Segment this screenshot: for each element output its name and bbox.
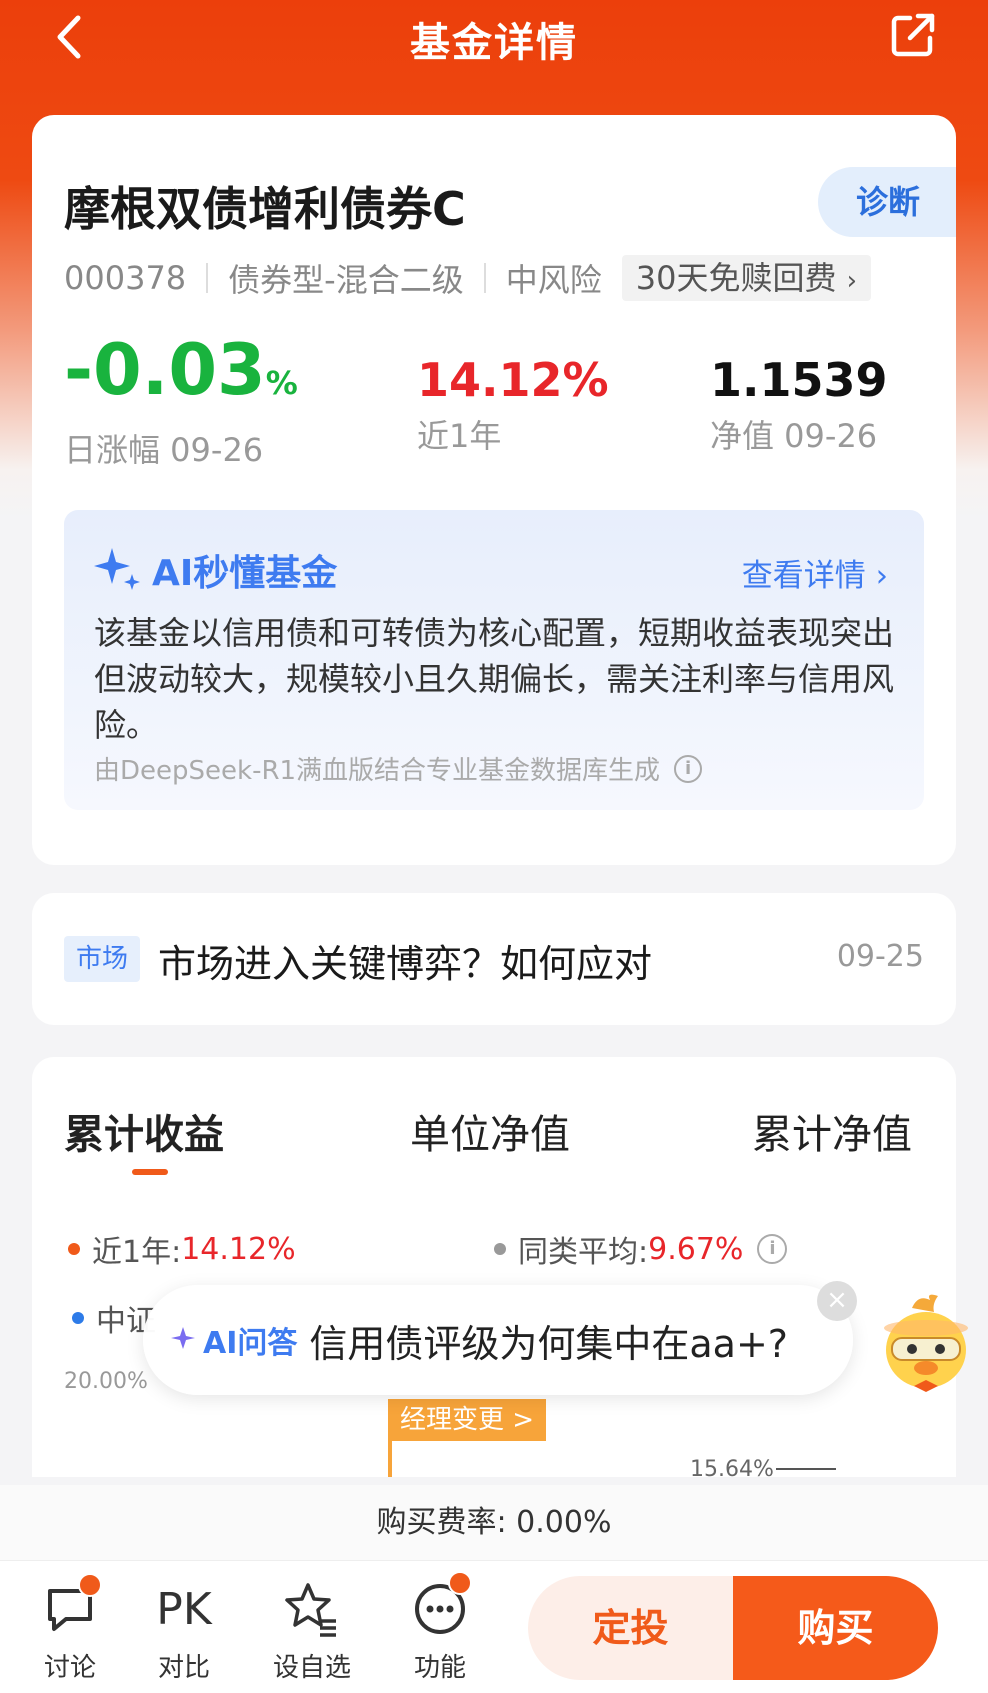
ai-summary-panel[interactable]: AI秒懂基金 查看详情 › 该基金以信用债和可转债为核心配置，短期收益表现突出但… bbox=[64, 510, 924, 810]
star-list-icon bbox=[262, 1579, 362, 1639]
ai-summary-title: AI秒懂基金 bbox=[94, 544, 337, 596]
nav: 1.1539 净值 09-26 bbox=[710, 351, 888, 457]
active-tab-indicator bbox=[132, 1169, 168, 1175]
nav-label: 净值 09-26 bbox=[710, 417, 878, 455]
y-axis-top-label: 20.00% bbox=[64, 1369, 148, 1394]
assistant-mascot-icon[interactable] bbox=[872, 1290, 980, 1400]
info-icon[interactable]: i bbox=[674, 754, 703, 783]
daily-change-label: 日涨幅 09-26 bbox=[64, 431, 264, 469]
nav-add-watchlist[interactable]: 设自选 bbox=[262, 1579, 362, 1684]
sparkle-icon bbox=[94, 544, 142, 596]
fund-summary-card: 摩根双债增利债券C 诊断 000378 债券型-混合二级 中风险 30天免赎回费… bbox=[32, 115, 956, 865]
chat-icon bbox=[20, 1573, 120, 1639]
legend-peer-average: 同类平均: 9.67% i bbox=[494, 1227, 788, 1271]
nav-functions[interactable]: 功能 bbox=[390, 1571, 490, 1684]
ai-source-note: 由DeepSeek-R1满血版结合专业基金数据库生成 i bbox=[94, 750, 703, 787]
fund-meta: 000378 债券型-混合二级 中风险 30天免赎回费 › bbox=[64, 255, 872, 301]
ai-qa-question: 信用债评级为何集中在aa+? bbox=[309, 1321, 788, 1366]
legend-dot bbox=[68, 1243, 80, 1255]
purchase-fee-rate: 购买费率: 0.00% bbox=[0, 1485, 988, 1560]
notification-badge bbox=[448, 1571, 472, 1595]
ai-qa-tag: AI问答 bbox=[203, 1326, 298, 1361]
daily-change-value: -0.03 bbox=[64, 329, 266, 411]
sparkle-icon bbox=[171, 1325, 197, 1355]
share-icon[interactable] bbox=[888, 10, 938, 60]
fund-code: 000378 bbox=[64, 259, 187, 297]
more-icon bbox=[390, 1571, 490, 1639]
performance-chart-card: 累计收益 单位净值 累计净值 近1年: 14.12% 同类平均: 9.67% i 2… bbox=[32, 1057, 956, 1477]
close-icon[interactable]: × bbox=[817, 1281, 857, 1321]
news-tag: 市场 bbox=[64, 936, 141, 982]
daily-change: -0.03% 日涨幅 09-26 bbox=[64, 330, 298, 471]
divider bbox=[206, 263, 209, 293]
bottom-action-bar: 讨论 PK 对比 设自选 功能 定投 购买 bbox=[0, 1560, 988, 1693]
fee-tag[interactable]: 30天免赎回费 › bbox=[621, 255, 872, 301]
point-leader-line bbox=[776, 1468, 836, 1470]
manager-change-tag[interactable]: 经理变更 > bbox=[388, 1399, 547, 1441]
risk-level: 中风险 bbox=[505, 261, 602, 299]
point-label: 15.64% bbox=[690, 1457, 774, 1477]
divider bbox=[483, 263, 486, 293]
legend-fund: 近1年: 14.12% bbox=[68, 1227, 296, 1271]
nav-compare[interactable]: PK 对比 bbox=[134, 1579, 234, 1684]
legend-dot-index bbox=[72, 1312, 84, 1324]
tab-cumulative-return[interactable]: 累计收益 bbox=[64, 1102, 224, 1160]
ai-summary-text: 该基金以信用债和可转债为核心配置，短期收益表现突出但波动较大，规模较小且久期偏长… bbox=[94, 614, 895, 744]
info-icon[interactable]: i bbox=[757, 1234, 788, 1264]
news-item[interactable]: 市场 市场进入关键博弈？如何应对 09-25 bbox=[32, 893, 956, 1025]
pk-icon: PK bbox=[156, 1583, 212, 1635]
notification-badge bbox=[78, 1573, 102, 1597]
ai-qa-popup[interactable]: AI问答 信用债评级为何集中在aa+? × bbox=[143, 1281, 857, 1395]
year-return-label: 近1年 bbox=[417, 417, 502, 455]
nav-discuss[interactable]: 讨论 bbox=[20, 1573, 120, 1684]
year-return: 14.12% 近1年 bbox=[417, 351, 609, 457]
manager-change-line bbox=[388, 1441, 392, 1477]
fund-type: 债券型-混合二级 bbox=[228, 261, 464, 299]
sip-button[interactable]: 定投 bbox=[528, 1576, 733, 1680]
daily-change-unit: % bbox=[265, 364, 298, 402]
legend-dot bbox=[494, 1243, 506, 1255]
news-date: 09-25 bbox=[836, 939, 924, 974]
tab-unit-nav[interactable]: 单位净值 bbox=[410, 1102, 570, 1160]
diagnose-button[interactable]: 诊断 bbox=[818, 167, 956, 237]
fund-name: 摩根双债增利债券C bbox=[64, 182, 466, 236]
nav-value: 1.1539 bbox=[710, 353, 888, 407]
year-return-value: 14.12% bbox=[417, 353, 609, 407]
news-title: 市场进入关键博弈？如何应对 bbox=[158, 942, 653, 986]
tab-cumulative-nav[interactable]: 累计净值 bbox=[752, 1102, 912, 1160]
top-nav-bar: 基金详情 bbox=[0, 0, 988, 80]
ai-detail-link[interactable]: 查看详情 › bbox=[742, 550, 888, 595]
buy-button[interactable]: 购买 bbox=[733, 1576, 938, 1680]
page-title: 基金详情 bbox=[410, 20, 578, 66]
